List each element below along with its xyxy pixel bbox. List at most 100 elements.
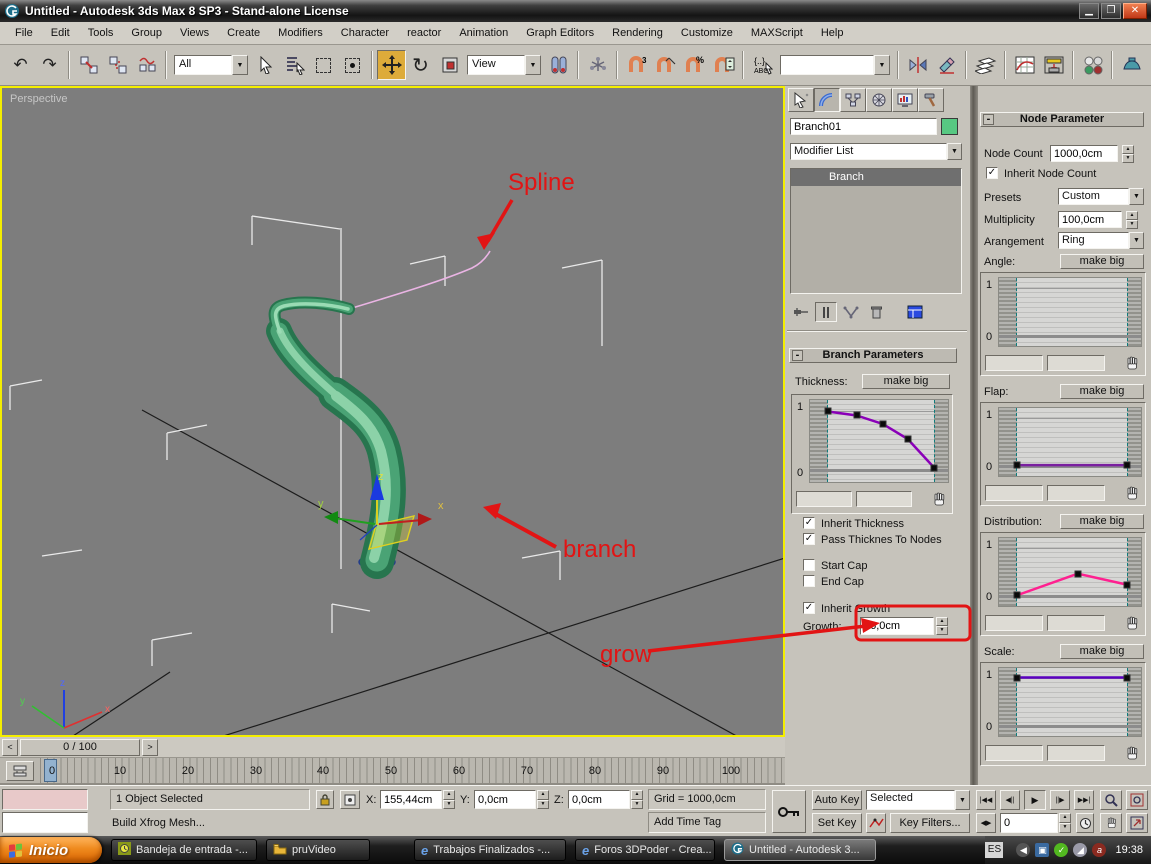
growth-spinner[interactable]: ▲ ▼ — [936, 617, 948, 635]
distribution-make-big-button[interactable]: make big — [1060, 514, 1144, 529]
frame-forward-button[interactable]: > — [142, 739, 158, 756]
curve-point-handle[interactable] — [824, 407, 832, 415]
menu-character[interactable]: Character — [332, 24, 398, 42]
go-to-start-icon[interactable]: |◀◀ — [976, 790, 996, 810]
graph-field-2[interactable] — [1047, 615, 1105, 631]
menu-create[interactable]: Create — [218, 24, 269, 42]
selection-filter-dropdown[interactable]: All ▼ — [174, 55, 248, 75]
growth-input[interactable] — [860, 617, 934, 635]
unlink-selection-icon[interactable] — [103, 50, 132, 80]
graph-field-1[interactable] — [985, 355, 1043, 371]
node-count-input[interactable] — [1050, 145, 1118, 162]
zoom-all-icon[interactable] — [1126, 790, 1148, 810]
named-selection-dropdown[interactable]: ▼ — [780, 55, 890, 75]
menu-group[interactable]: Group — [122, 24, 171, 42]
angle-curve[interactable] — [999, 278, 1141, 346]
mirror-icon[interactable] — [903, 50, 932, 80]
start-cap-checkbox[interactable] — [803, 559, 815, 571]
curve-point-handle[interactable] — [1013, 674, 1021, 682]
absolute-offset-toggle-icon[interactable] — [340, 790, 360, 809]
z-coordinate-input[interactable] — [568, 790, 630, 809]
select-by-name-icon[interactable] — [280, 50, 309, 80]
menu-edit[interactable]: Edit — [42, 24, 79, 42]
object-name-input[interactable] — [790, 118, 937, 135]
make-unique-icon[interactable] — [840, 302, 862, 322]
mini-curve-editor-button[interactable] — [6, 761, 34, 781]
tray-chevron-icon[interactable]: ◀ — [1016, 843, 1031, 857]
maximize-viewport-toggle-icon[interactable] — [1126, 813, 1148, 833]
thickness-graph-widget[interactable]: 1 0 — [791, 394, 953, 514]
menu-modifiers[interactable]: Modifiers — [269, 24, 332, 42]
x-spinner[interactable]: ▲ ▼ — [443, 790, 455, 809]
select-and-link-icon[interactable] — [74, 50, 103, 80]
pan-hand-icon[interactable] — [928, 491, 950, 509]
menu-maxscript[interactable]: MAXScript — [742, 24, 812, 42]
add-time-tag[interactable]: Add Time Tag — [648, 812, 766, 833]
branch-parameters-rollout[interactable]: - Branch Parameters — [789, 348, 957, 363]
set-key-button[interactable]: Set Key — [812, 813, 862, 833]
taskbar-item-foros[interactable]: e Foros 3DPoder - Crea... — [575, 839, 715, 861]
thickness-make-big-button[interactable]: make big — [862, 374, 950, 389]
maxscript-mini-listener-pink[interactable] — [2, 789, 88, 810]
spinner-snap-icon[interactable] — [709, 50, 738, 80]
modifier-list-dropdown[interactable]: Modifier List ▼ — [790, 143, 962, 160]
taskbar-item-pruvideo[interactable]: pruVideo — [266, 839, 370, 861]
pan-view-icon[interactable] — [1100, 813, 1122, 833]
inherit-growth-checkbox[interactable]: ✓ — [803, 602, 815, 614]
pan-hand-icon[interactable] — [1121, 615, 1143, 633]
track-bar[interactable]: 0 10 20 30 40 50 60 70 80 90 100 — [0, 758, 785, 785]
object-color-swatch[interactable] — [941, 118, 958, 135]
language-indicator[interactable]: ES — [985, 842, 1004, 858]
menu-help[interactable]: Help — [812, 24, 853, 42]
menu-file[interactable]: File — [6, 24, 42, 42]
multiplicity-input[interactable] — [1058, 211, 1122, 228]
chevron-down-icon[interactable]: ▼ — [525, 55, 541, 75]
select-object-icon[interactable] — [251, 50, 280, 80]
select-and-move-icon[interactable] — [377, 50, 406, 80]
key-mode-toggle-icon[interactable]: ◀▶ — [976, 813, 996, 833]
schematic-view-icon[interactable] — [1039, 50, 1068, 80]
graph-field-1[interactable] — [985, 485, 1043, 501]
taskbar-item-3dsmax[interactable]: Untitled - Autodesk 3... — [724, 839, 876, 861]
tab-create[interactable] — [788, 88, 814, 112]
menu-customize[interactable]: Customize — [672, 24, 742, 42]
curve-point-handle[interactable] — [904, 435, 912, 443]
previous-frame-icon[interactable]: ◀|| — [1000, 790, 1020, 810]
y-coordinate-input[interactable] — [474, 790, 536, 809]
maxscript-mini-listener-white[interactable] — [2, 812, 88, 833]
thickness-graph-plot[interactable] — [809, 399, 949, 483]
messenger-icon[interactable]: ✓ — [1054, 843, 1069, 857]
current-frame-input[interactable] — [1000, 813, 1058, 833]
clock[interactable]: 19:38 — [1115, 844, 1143, 856]
close-button[interactable]: ✕ — [1123, 3, 1147, 19]
panel-column-divider[interactable] — [970, 86, 978, 785]
distribution-graph-widget[interactable]: 1 0 — [980, 532, 1146, 636]
time-slider-handle[interactable]: 0 / 100 — [20, 739, 140, 756]
z-spinner[interactable]: ▲ ▼ — [631, 790, 643, 809]
select-and-rotate-icon[interactable]: ↻ — [406, 50, 435, 80]
graph-field-2[interactable] — [1047, 355, 1105, 371]
graph-field-1[interactable] — [985, 615, 1043, 631]
scale-graph-widget[interactable]: 1 0 — [980, 662, 1146, 766]
spline-curve[interactable] — [348, 250, 491, 310]
restore-button[interactable]: ❐ — [1101, 3, 1121, 19]
curve-point-handle[interactable] — [930, 464, 938, 472]
arangement-dropdown[interactable]: Ring ▼ — [1058, 232, 1144, 249]
auto-key-button[interactable]: Auto Key — [812, 790, 862, 810]
taskbar-item-bandeja[interactable]: Bandeja de entrada -... — [111, 839, 257, 861]
configure-modifier-sets-icon[interactable] — [904, 302, 926, 322]
key-mode-dropdown[interactable]: Selected ▼ — [866, 790, 970, 810]
curve-editor-icon[interactable] — [1010, 50, 1039, 80]
undo-icon[interactable]: ↶ — [6, 50, 35, 80]
menu-animation[interactable]: Animation — [450, 24, 517, 42]
key-filters-button[interactable]: Key Filters... — [890, 813, 970, 833]
angle-graph-widget[interactable]: 1 0 — [980, 272, 1146, 376]
title-bar[interactable]: Untitled - Autodesk 3ds Max 8 SP3 - Stan… — [0, 0, 1151, 22]
pan-hand-icon[interactable] — [1121, 745, 1143, 763]
angle-graph-plot[interactable] — [998, 277, 1142, 347]
pan-hand-icon[interactable] — [1121, 485, 1143, 503]
move-gizmo[interactable] — [324, 474, 432, 550]
curve-point-handle[interactable] — [1013, 461, 1021, 469]
curve-point-handle[interactable] — [1123, 581, 1131, 589]
curve-point-handle[interactable] — [1123, 674, 1131, 682]
